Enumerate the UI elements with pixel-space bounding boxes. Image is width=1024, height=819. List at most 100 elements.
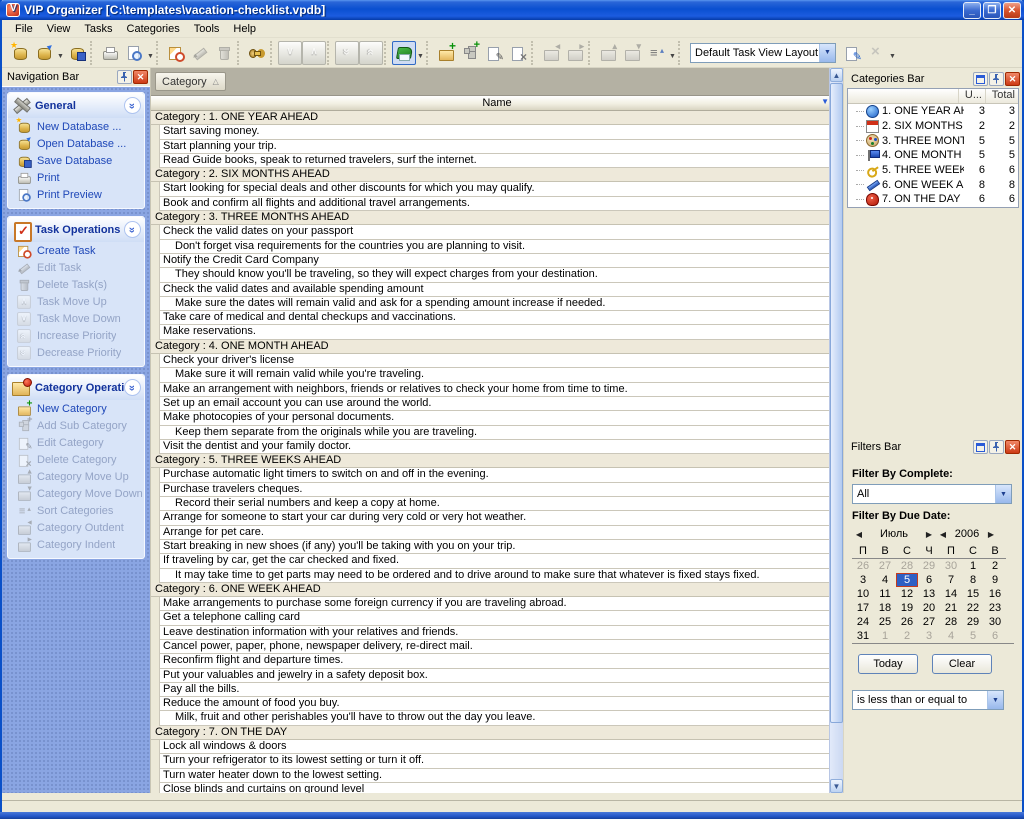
calendar-day[interactable]: 7 (940, 573, 962, 587)
category-item[interactable]: 3. THREE MONTHS AHEAD55 (848, 133, 1018, 148)
menu-file[interactable]: File (8, 21, 40, 37)
nav-section-header[interactable]: Task Operations« (8, 217, 144, 242)
task-row[interactable]: Keep them separate from the originals wh… (159, 426, 829, 440)
calendar-day[interactable]: 29 (962, 615, 984, 629)
collapse-button[interactable]: « (124, 97, 141, 114)
calendar-day[interactable]: 16 (984, 587, 1006, 601)
open-database-button[interactable] (32, 41, 56, 65)
print-preview-button[interactable] (122, 41, 146, 65)
category-item[interactable]: 5. THREE WEEKS AHEAD66 (848, 163, 1018, 178)
menu-view[interactable]: View (40, 21, 78, 37)
task-row[interactable]: Pay all the bills. (159, 683, 829, 697)
calendar-day[interactable]: 28 (896, 559, 918, 573)
calendar-day[interactable]: 28 (940, 615, 962, 629)
prev-month-icon[interactable]: ◀ (852, 530, 866, 539)
vertical-scrollbar[interactable]: ▲ ▼ (829, 68, 843, 793)
task-row[interactable]: Reduce the amount of food you buy. (159, 697, 829, 711)
nav-item-print-preview[interactable]: Print Preview (8, 186, 144, 203)
task-row[interactable]: Don't forget visa requirements for the c… (159, 240, 829, 254)
calendar-day[interactable]: 26 (896, 615, 918, 629)
close-icon[interactable]: ✕ (1005, 440, 1020, 454)
menu-help[interactable]: Help (226, 21, 263, 37)
task-row[interactable]: Set up an email account you can use arou… (159, 397, 829, 411)
chevron-down-icon[interactable]: ▼ (888, 42, 897, 64)
calendar-day[interactable]: 6 (984, 629, 1006, 643)
calendar-day[interactable]: 12 (896, 587, 918, 601)
nav-item-print[interactable]: Print (8, 169, 144, 186)
edit-category-button[interactable] (482, 41, 506, 65)
calendar-day[interactable]: 31 (852, 629, 874, 643)
task-row[interactable]: Start looking for special deals and othe… (159, 182, 829, 196)
task-row[interactable]: Lock all windows & doors (159, 740, 829, 754)
window-mode-icon[interactable] (973, 72, 988, 86)
total-column-header[interactable]: Total (985, 89, 1018, 103)
scroll-down-icon[interactable]: ▼ (830, 779, 843, 793)
task-row[interactable]: Reconfirm flight and departure times. (159, 654, 829, 668)
nav-item-open-database[interactable]: Open Database ... (8, 135, 144, 152)
find-tasks-button[interactable] (245, 41, 269, 65)
task-row[interactable]: Turn water heater down to the lowest set… (159, 769, 829, 783)
task-row[interactable]: Check the valid dates and available spen… (159, 283, 829, 297)
calendar-day[interactable]: 25 (874, 615, 896, 629)
add-sub-category-button[interactable] (458, 41, 482, 65)
task-row[interactable]: Book and confirm all flights and additio… (159, 197, 829, 211)
group-by-category-button[interactable]: Category △ (155, 72, 226, 91)
task-row[interactable]: Arrange for pet care. (159, 526, 829, 540)
chevron-down-icon[interactable]: ▼ (995, 485, 1011, 503)
calendar-day[interactable]: 6 (918, 573, 940, 587)
prev-year-icon[interactable]: ◀ (936, 530, 950, 539)
clear-button[interactable]: Clear (932, 654, 992, 674)
task-row[interactable]: Milk, fruit and other perishables you'll… (159, 711, 829, 725)
task-row[interactable]: Purchase travelers cheques. (159, 483, 829, 497)
task-row[interactable]: Make an arrangement with neighbors, frie… (159, 383, 829, 397)
next-month-icon[interactable]: ▶ (922, 530, 936, 539)
category-group-row[interactable]: Category : 7. ON THE DAY (151, 726, 829, 740)
task-row[interactable]: Take care of medical and dental checkups… (159, 311, 829, 325)
task-row[interactable]: Leave destination information with your … (159, 626, 829, 640)
calendar-day[interactable]: 30 (984, 615, 1006, 629)
calendar-day[interactable]: 11 (874, 587, 896, 601)
nav-item-save-database[interactable]: Save Database (8, 152, 144, 169)
close-button[interactable]: ✕ (1003, 2, 1021, 19)
today-button[interactable]: Today (858, 654, 918, 674)
task-row[interactable]: They should know you'll be traveling, so… (159, 268, 829, 282)
task-row[interactable]: Read Guide books, speak to returned trav… (159, 154, 829, 168)
calendar-day[interactable]: 22 (962, 601, 984, 615)
nav-section-header[interactable]: General« (8, 93, 144, 118)
task-row[interactable]: It may take time to get parts may need t… (159, 569, 829, 583)
calendar-day[interactable]: 4 (874, 573, 896, 587)
collapse-button[interactable]: « (124, 221, 141, 238)
calendar-day[interactable]: 14 (940, 587, 962, 601)
task-row[interactable]: Close blinds and curtains on ground leve… (159, 783, 829, 793)
calendar-day[interactable]: 4 (940, 629, 962, 643)
calendar-day[interactable]: 13 (918, 587, 940, 601)
chevron-down-icon[interactable]: ▼ (416, 42, 425, 64)
task-view-button[interactable] (392, 41, 416, 65)
next-year-icon[interactable]: ▶ (984, 530, 998, 539)
menu-tools[interactable]: Tools (187, 21, 227, 37)
calendar-day[interactable]: 5 (896, 573, 918, 587)
chevron-down-icon[interactable]: ▼ (987, 691, 1003, 709)
create-task-button[interactable] (164, 41, 188, 65)
calendar-day[interactable]: 3 (918, 629, 940, 643)
task-row[interactable]: Start planning your trip. (159, 140, 829, 154)
calendar-day[interactable]: 30 (940, 559, 962, 573)
task-row[interactable]: Arrange for someone to start your car du… (159, 511, 829, 525)
chevron-down-icon[interactable]: ▼ (56, 42, 65, 64)
chevron-down-icon[interactable]: ▼ (146, 42, 155, 64)
save-layout-button[interactable] (840, 41, 864, 65)
calendar-day[interactable]: 2 (896, 629, 918, 643)
calendar-day[interactable]: 2 (984, 559, 1006, 573)
calendar-day[interactable]: 18 (874, 601, 896, 615)
calendar-day[interactable]: 3 (852, 573, 874, 587)
task-row[interactable]: Make arrangements to purchase some forei… (159, 597, 829, 611)
scrollbar-thumb[interactable] (830, 83, 843, 723)
task-row[interactable]: Notify the Credit Card Company (159, 254, 829, 268)
window-mode-icon[interactable] (973, 440, 988, 454)
column-filter-icon[interactable]: ▼ (821, 97, 829, 106)
calendar-day[interactable]: 17 (852, 601, 874, 615)
task-row[interactable]: If traveling by car, get the car checked… (159, 554, 829, 568)
task-row[interactable]: Visit the dentist and your family doctor… (159, 440, 829, 454)
task-row[interactable]: Start breaking in new shoes (if any) you… (159, 540, 829, 554)
close-icon[interactable]: ✕ (133, 70, 148, 84)
